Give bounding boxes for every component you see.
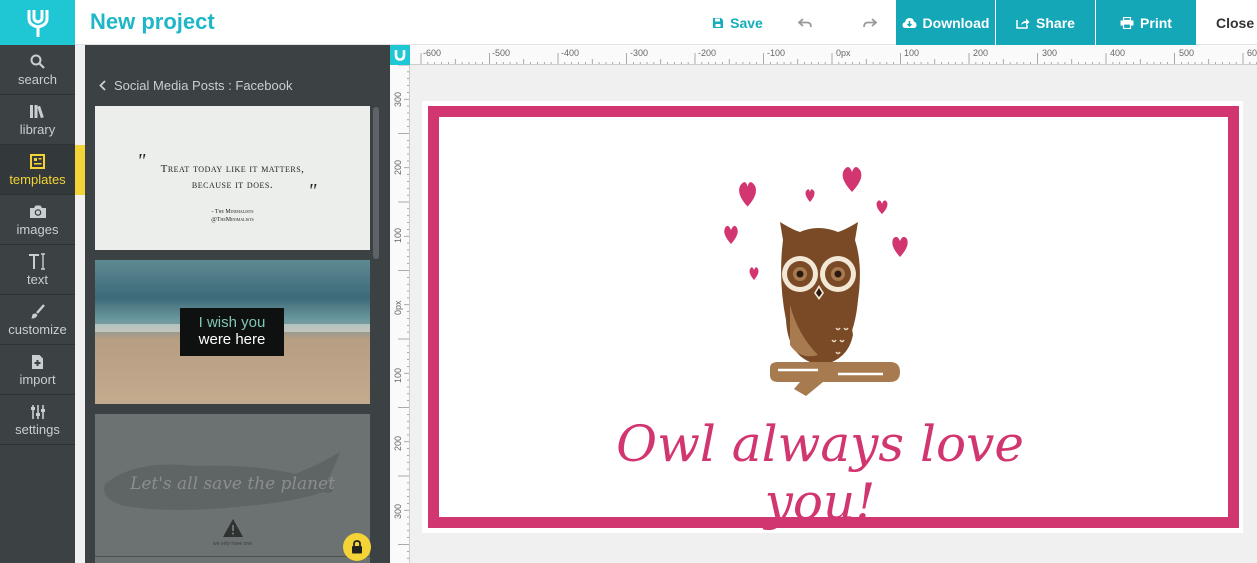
- search-icon: [30, 53, 45, 71]
- ruler-tick-label: -300: [630, 48, 649, 58]
- template-beach-line1: I wish you: [198, 314, 266, 331]
- cloud-download-icon: [902, 17, 917, 28]
- ruler-tick-label: 0px: [393, 300, 403, 315]
- nav-item-label: images: [16, 221, 59, 237]
- horizontal-ruler-ticks: [420, 53, 1257, 64]
- print-icon: [1120, 16, 1134, 29]
- ruler-tick-label: 60: [1247, 48, 1257, 58]
- magnet-icon: [394, 50, 406, 61]
- card-headline[interactable]: Owl always love you!: [560, 415, 1080, 531]
- ruler-tick-label: 400: [1110, 48, 1126, 58]
- template-quote-line1: Treat today like it matters,: [160, 163, 305, 175]
- templates-panel: Social Media Posts : Facebook " Treat to…: [85, 45, 390, 563]
- ruler-tick-label: 200: [393, 435, 403, 451]
- download-label: Download: [922, 14, 990, 31]
- lock-badge[interactable]: [343, 533, 371, 561]
- redo-button[interactable]: [850, 0, 890, 45]
- template-divider: [95, 556, 370, 557]
- template-quote[interactable]: " Treat today like it matters, because i…: [95, 106, 370, 250]
- share-icon: [1016, 18, 1030, 29]
- project-title[interactable]: New project: [90, 9, 215, 35]
- ruler-tick-label: -500: [492, 48, 511, 58]
- template-beach-line2: were here: [198, 331, 266, 348]
- nav-item-library[interactable]: library: [0, 95, 75, 145]
- owl-branch: [770, 362, 900, 396]
- ruler-tick-label: -200: [698, 48, 717, 58]
- logo-icon: [27, 9, 48, 37]
- camera-icon: [29, 203, 47, 221]
- share-label: Share: [1036, 14, 1075, 31]
- undo-button[interactable]: [785, 0, 825, 45]
- save-label: Save: [730, 14, 763, 31]
- nav-item-label: templates: [9, 171, 66, 187]
- ruler-tick-label: 0px: [836, 48, 851, 58]
- owl-illustration[interactable]: [718, 160, 918, 400]
- save-icon: [713, 17, 724, 28]
- horizontal-ruler[interactable]: -600 -500 -400 -300 -200 -100 0px 100 20…: [410, 45, 1257, 65]
- nav-item-import[interactable]: import: [0, 345, 75, 395]
- import-icon: [31, 353, 44, 371]
- nav-item-label: settings: [15, 421, 60, 437]
- ruler-tick-label: 100: [904, 48, 920, 58]
- nav-item-label: text: [27, 271, 48, 287]
- library-icon: [29, 103, 47, 121]
- nav-item-search[interactable]: search: [0, 45, 75, 95]
- template-quote-author: - The Minimalists: [211, 209, 254, 215]
- ruler-tick-label: 300: [393, 91, 403, 107]
- text-icon: [28, 253, 48, 271]
- ruler-tick-label: 100: [393, 367, 403, 383]
- undo-icon: [798, 17, 812, 27]
- save-button[interactable]: Save: [700, 0, 775, 45]
- ruler-tick-label: 200: [393, 159, 403, 175]
- nav-item-label: search: [17, 71, 58, 87]
- vertical-ruler[interactable]: 300 200 100 0px 100 200 300: [390, 65, 410, 563]
- nav-item-templates[interactable]: templates: [0, 145, 85, 195]
- ruler-tick-label: 500: [1179, 48, 1195, 58]
- breadcrumb-label: Social Media Posts : Facebook: [114, 78, 293, 93]
- quote-mark-close: ": [308, 180, 317, 202]
- owl-body: [780, 222, 860, 365]
- sliders-icon: [30, 403, 46, 421]
- ruler-tick-label: 300: [393, 503, 403, 519]
- ruler-tick-label: -100: [767, 48, 786, 58]
- template-beach[interactable]: I wish you were here: [95, 260, 370, 404]
- brush-icon: [30, 303, 45, 321]
- print-label: Print: [1140, 14, 1172, 31]
- logo[interactable]: [0, 0, 75, 45]
- template-beach-banner: I wish you were here: [180, 308, 284, 356]
- ruler-tick-label: -600: [423, 48, 442, 58]
- nav-item-customize[interactable]: customize: [0, 295, 75, 345]
- ruler-tick-label: -400: [561, 48, 580, 58]
- print-button[interactable]: Print: [1096, 0, 1196, 45]
- nav-item-label: library: [19, 121, 56, 137]
- close-button[interactable]: Close: [1205, 0, 1257, 45]
- ruler-tick-label: 100: [393, 227, 403, 243]
- template-whale[interactable]: Let's all save the planet we only have o…: [95, 414, 370, 563]
- warning-icon: [223, 519, 243, 537]
- download-button[interactable]: Download: [896, 0, 995, 45]
- nav-item-label: customize: [8, 321, 67, 337]
- template-whale-line2: we only have one: [213, 541, 252, 547]
- panel-scrollbar[interactable]: [373, 107, 379, 259]
- template-quote-handle: @TheMinimalists: [211, 217, 254, 223]
- share-button[interactable]: Share: [996, 0, 1095, 45]
- close-label: Close: [1216, 14, 1255, 31]
- templates-icon: [30, 153, 45, 171]
- nav-item-settings[interactable]: settings: [0, 395, 75, 445]
- chevron-left-icon: [99, 80, 106, 91]
- ruler-tick-label: 200: [973, 48, 989, 58]
- nav-item-images[interactable]: images: [0, 195, 75, 245]
- template-whale-line1: Let's all save the planet: [130, 474, 335, 494]
- breadcrumb[interactable]: Social Media Posts : Facebook: [99, 78, 292, 93]
- ruler-corner-button[interactable]: [390, 45, 410, 65]
- nav-item-text[interactable]: text: [0, 245, 75, 295]
- left-nav: search library templates images text cus…: [0, 45, 85, 563]
- top-bar: New project Save Download Share Print Cl…: [0, 0, 1257, 45]
- nav-item-label: import: [19, 371, 56, 387]
- redo-icon: [863, 17, 877, 27]
- ruler-tick-label: 300: [1042, 48, 1058, 58]
- template-quote-line2: because it does.: [191, 179, 274, 191]
- lock-icon: [352, 540, 362, 554]
